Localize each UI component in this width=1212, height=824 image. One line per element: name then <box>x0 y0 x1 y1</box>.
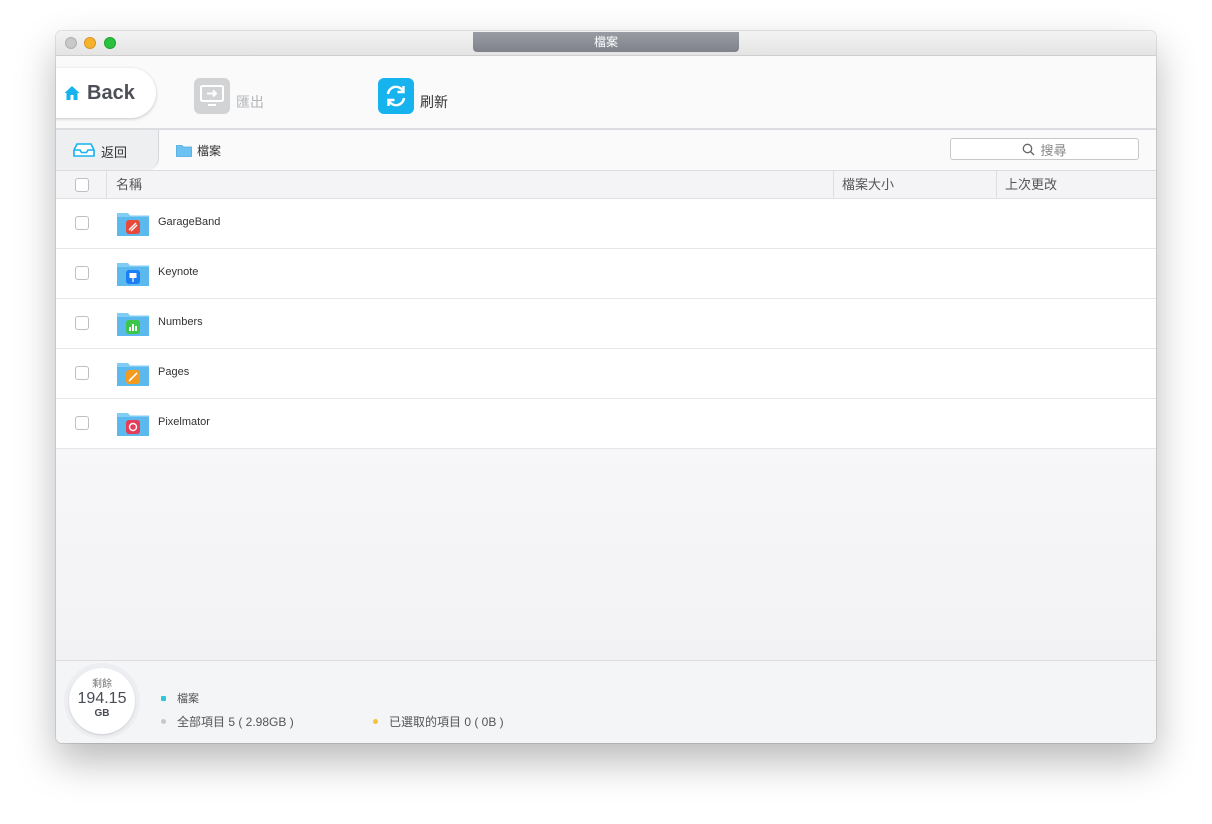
row-checkbox[interactable] <box>75 316 89 330</box>
table-row[interactable]: Numbers <box>56 299 1156 349</box>
select-all-checkbox[interactable] <box>75 178 89 192</box>
export-button[interactable]: 匯出 <box>194 78 264 114</box>
column-name[interactable]: 名稱 <box>116 171 142 198</box>
category-label: 檔案 <box>177 693 199 705</box>
gauge-center: 剩餘 194.15 GB <box>69 668 135 734</box>
export-icon <box>194 78 230 114</box>
search-placeholder: 搜尋 <box>1040 142 1067 158</box>
gauge-value: 194.15 <box>77 690 127 707</box>
back-button-label: Back <box>87 81 135 104</box>
row-checkbox[interactable] <box>75 416 89 430</box>
column-modified[interactable]: 上次更改 <box>1005 171 1057 198</box>
row-checkbox[interactable] <box>75 366 89 380</box>
path-bar: 返回 檔案 搜尋 <box>56 130 1156 171</box>
file-name: Pages <box>158 366 190 378</box>
return-label: 返回 <box>101 145 128 160</box>
inbox-icon <box>73 143 95 157</box>
numbers-icon <box>117 313 149 336</box>
refresh-label: 刷新 <box>420 94 448 110</box>
search-input[interactable]: 搜尋 <box>950 138 1139 160</box>
export-label: 匯出 <box>236 94 264 110</box>
storage-gauge: 剩餘 194.15 GB <box>64 663 140 739</box>
column-divider <box>833 171 834 198</box>
minimize-window-button[interactable] <box>84 37 96 49</box>
file-name: GarageBand <box>158 216 221 228</box>
garageband-icon <box>117 213 149 236</box>
file-name: Numbers <box>158 316 203 328</box>
total-items-label: 全部項目 5 ( 2.98GB ) <box>177 715 294 729</box>
window-title: 檔案 <box>473 32 739 52</box>
column-divider <box>106 171 107 198</box>
breadcrumb[interactable]: 檔案 <box>176 142 221 159</box>
toolbar: Back 匯出 刷新 <box>56 56 1156 130</box>
category-dot <box>161 695 166 701</box>
table-row[interactable]: Pixelmator <box>56 399 1156 449</box>
pages-icon <box>117 363 149 386</box>
return-button[interactable]: 返回 <box>56 130 159 170</box>
category-legend: 檔案 <box>161 690 199 706</box>
app-window: 檔案 Back 匯出 刷新 返回 檔案 搜尋 名稱 檔案大小 上次更改 Gara… <box>56 31 1156 743</box>
back-home-button[interactable]: Back <box>56 68 156 118</box>
maximize-window-button[interactable] <box>104 37 116 49</box>
title-bar: 檔案 <box>56 31 1156 56</box>
row-checkbox[interactable] <box>75 266 89 280</box>
folder-icon <box>176 145 192 157</box>
refresh-icon <box>378 78 414 114</box>
refresh-button[interactable]: 刷新 <box>378 78 448 114</box>
file-list: GarageBand Keynote Numbers Pages Pixelma… <box>56 199 1156 449</box>
total-dot <box>161 719 166 724</box>
gauge-unit: GB <box>94 708 110 719</box>
column-divider <box>996 171 997 198</box>
selected-items-legend: 已選取的項目 0 ( 0B ) <box>373 713 504 730</box>
search-icon <box>1023 143 1035 155</box>
pixelmator-icon <box>117 413 149 436</box>
home-icon <box>64 86 80 100</box>
status-footer: 剩餘 194.15 GB 檔案 全部項目 5 ( 2.98GB ) 已選取的項目… <box>56 660 1156 743</box>
row-checkbox[interactable] <box>75 216 89 230</box>
total-items-legend: 全部項目 5 ( 2.98GB ) <box>161 713 294 730</box>
table-row[interactable]: GarageBand <box>56 199 1156 249</box>
column-size[interactable]: 檔案大小 <box>842 171 894 198</box>
selected-items-label: 已選取的項目 0 ( 0B ) <box>389 715 504 729</box>
selected-dot <box>373 719 378 724</box>
breadcrumb-label: 檔案 <box>197 144 222 158</box>
close-window-button[interactable] <box>65 37 77 49</box>
table-row[interactable]: Pages <box>56 349 1156 399</box>
table-header: 名稱 檔案大小 上次更改 <box>56 171 1156 199</box>
file-name: Pixelmator <box>158 416 210 428</box>
table-row[interactable]: Keynote <box>56 249 1156 299</box>
file-name: Keynote <box>158 266 199 278</box>
keynote-icon <box>117 263 149 286</box>
gauge-label: 剩餘 <box>92 679 112 690</box>
empty-list-area <box>56 449 1156 660</box>
